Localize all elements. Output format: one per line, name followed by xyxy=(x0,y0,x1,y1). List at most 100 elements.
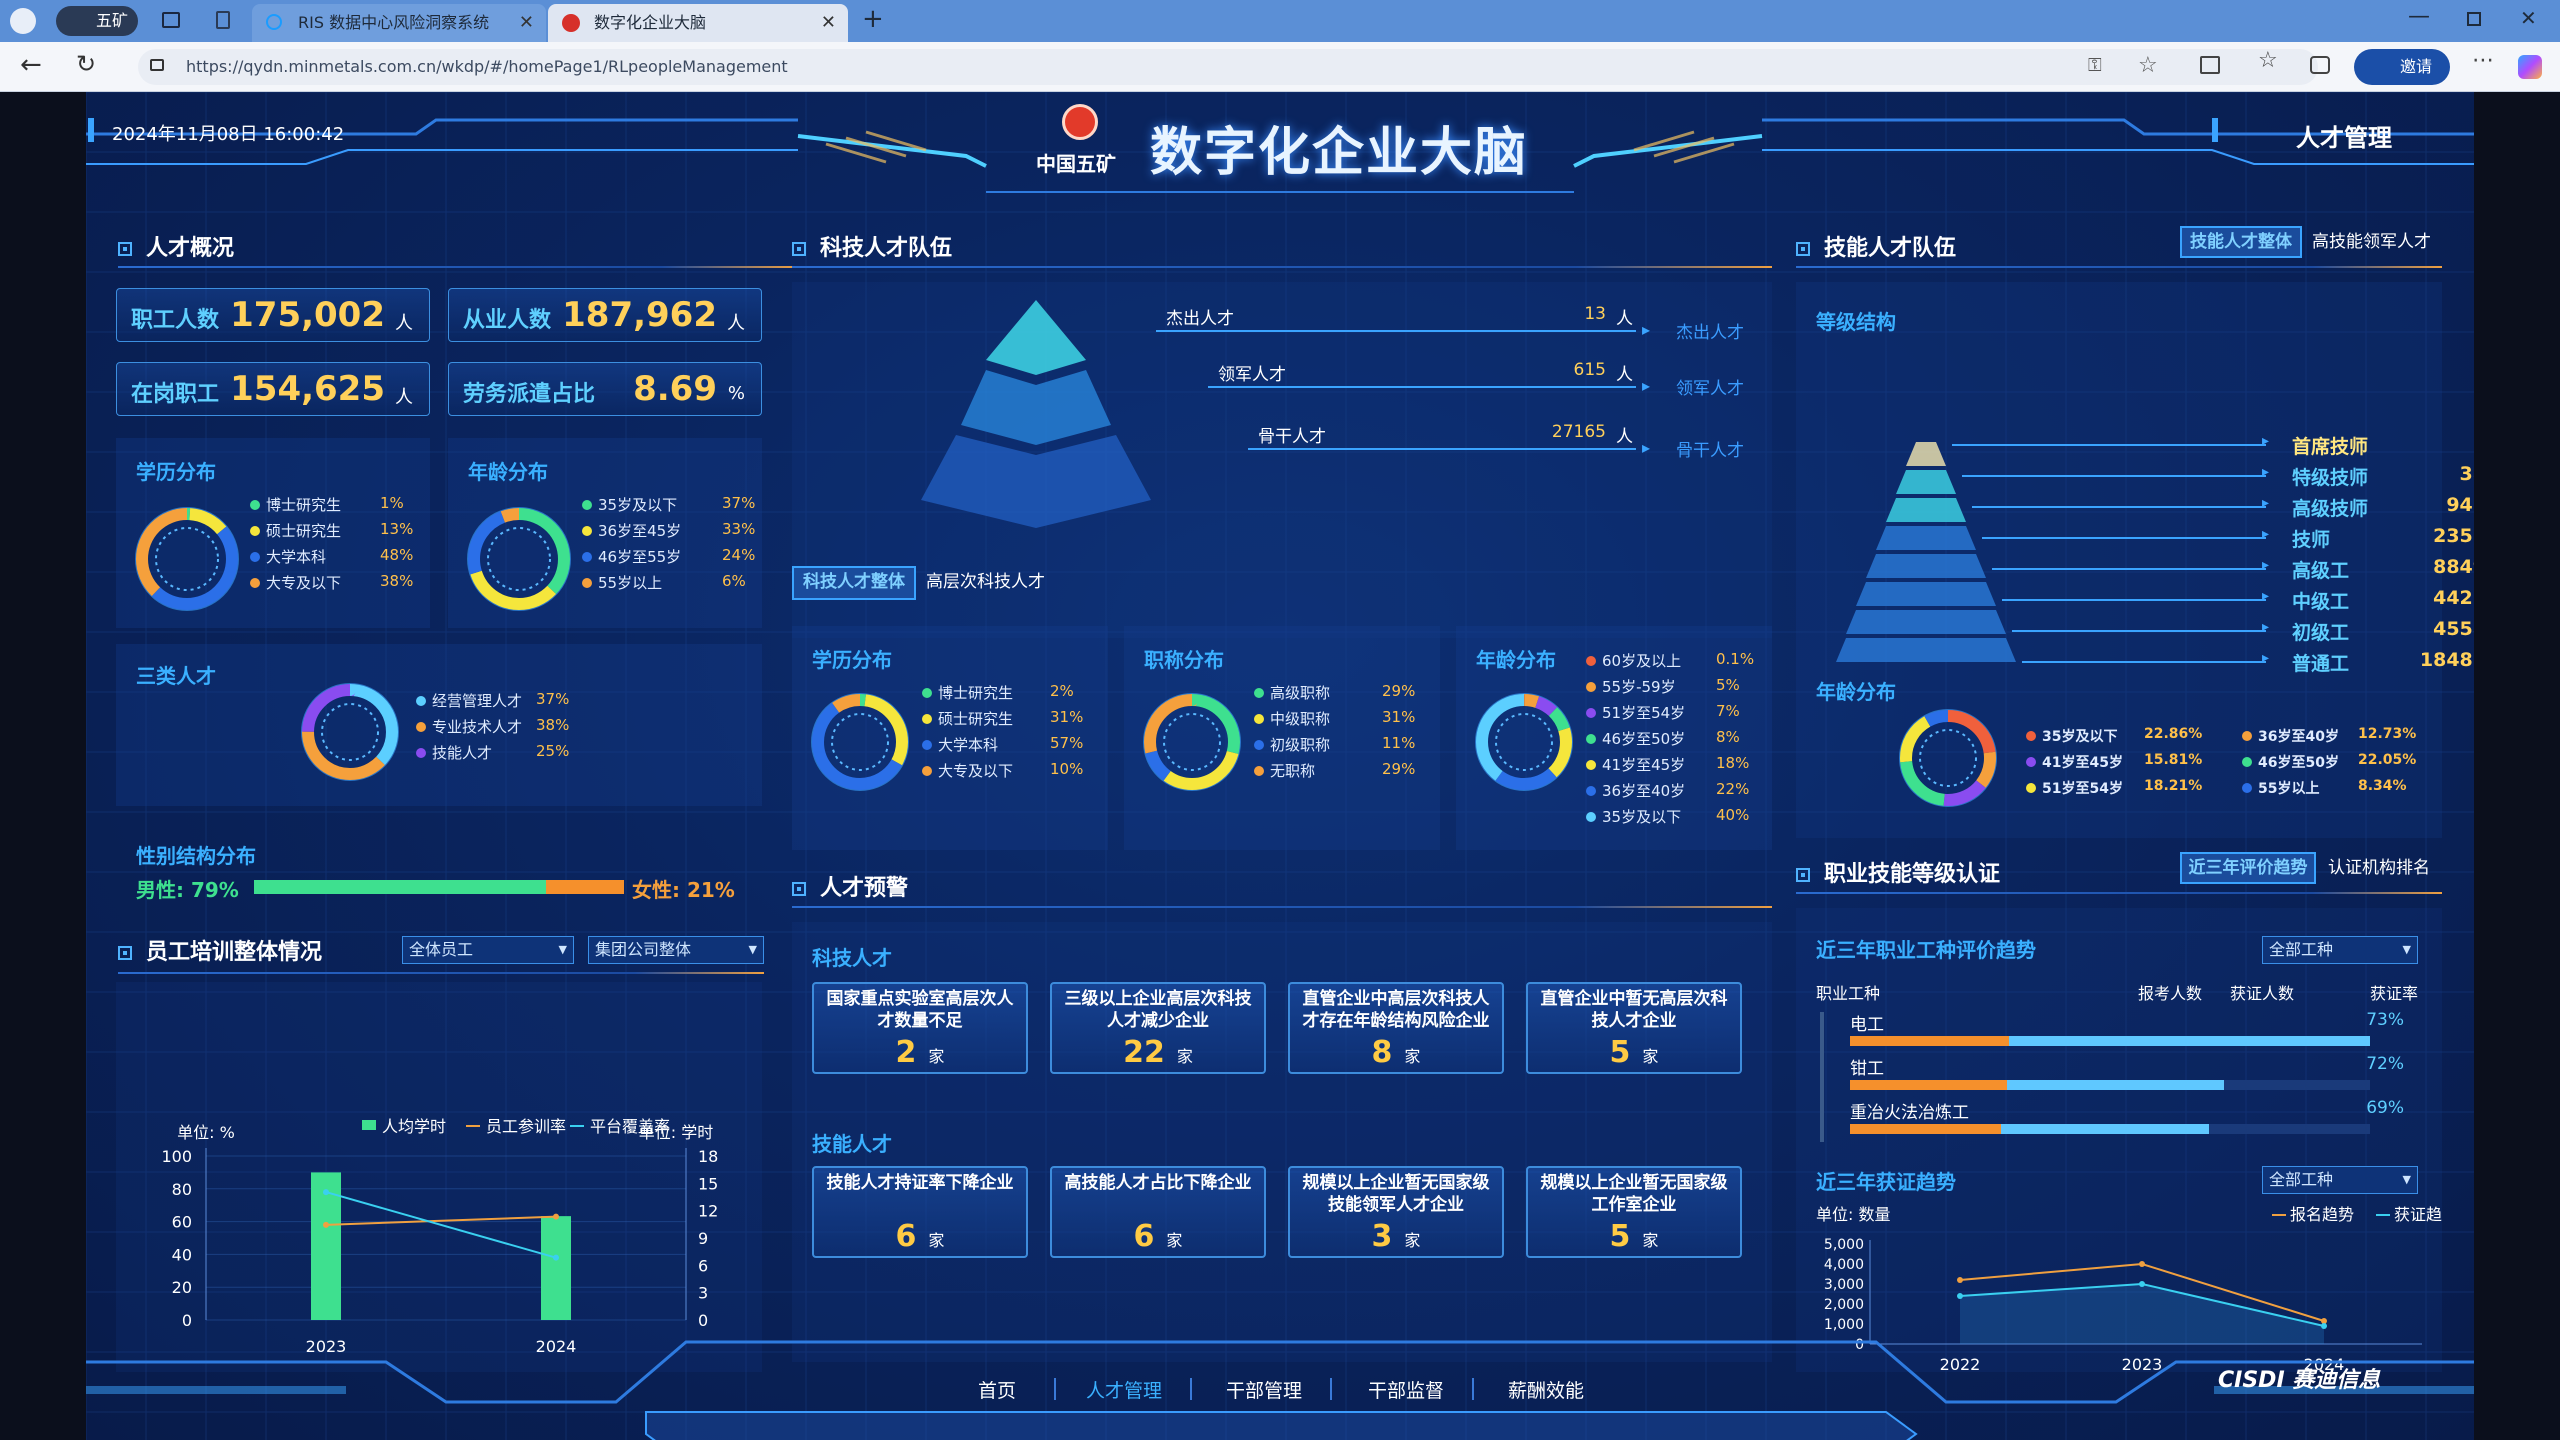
pyramid-unit: 人 xyxy=(1616,309,1633,329)
legend-label: 41岁至45岁 xyxy=(2042,755,2123,771)
tab-cert-ranking[interactable]: 认证机构排名 xyxy=(2328,854,2430,882)
nav-item[interactable]: 薪酬效能 xyxy=(1508,1376,1584,1403)
tab-skill-overall[interactable]: 技能人才整体 xyxy=(2180,226,2302,258)
three-types-title: 三类人才 xyxy=(136,664,216,688)
alert-value: 8家 xyxy=(1290,1035,1502,1070)
legend-swatch xyxy=(362,1120,376,1130)
collections-icon[interactable] xyxy=(2310,56,2330,74)
skill-pyramid-graphic xyxy=(1836,442,2016,662)
back-icon[interactable]: ← xyxy=(20,50,42,80)
pyramid-layer xyxy=(1836,638,2016,662)
legend-pct: 0.1% xyxy=(1716,650,1755,668)
key-icon[interactable]: ⚿ xyxy=(2088,55,2102,76)
pyramid-count: 615 xyxy=(1573,360,1606,380)
alert-card[interactable]: 国家重点实验室高层次人才数量不足 2 家 xyxy=(812,982,1028,1074)
module-title[interactable]: 人才管理 xyxy=(2296,118,2392,153)
invite-button[interactable]: 邀请 xyxy=(2354,49,2450,85)
legend-dot-icon xyxy=(2026,731,2036,741)
legend-label: 大专及以下 xyxy=(266,574,342,592)
tab-cert-trend[interactable]: 近三年评价趋势 xyxy=(2180,852,2316,884)
company-filter-select[interactable]: 集团公司整体 xyxy=(588,936,764,964)
table-header: 职业工种 xyxy=(1816,984,1881,1003)
close-window-icon[interactable]: ✕ xyxy=(2520,6,2537,30)
close-icon[interactable]: ✕ xyxy=(821,4,836,42)
pyramid-layer xyxy=(1856,582,1996,606)
ris-icon xyxy=(266,14,282,30)
alert-card[interactable]: 技能人才持证率下降企业 6 家 xyxy=(812,1166,1028,1258)
award-filter-select[interactable]: 全部工种 xyxy=(2262,1166,2418,1194)
pyramid-layer xyxy=(1846,610,2006,634)
legend-pct: 37% xyxy=(722,494,756,512)
alert-card[interactable]: 规模以上企业暂无国家级技能领军人才企业 3 家 xyxy=(1288,1166,1504,1258)
panel-title-skill-team: 技能人才队伍 xyxy=(1796,230,1956,262)
panel-title-cert: 职业技能等级认证 xyxy=(1796,856,2000,888)
legend-dot-icon xyxy=(1586,708,1596,718)
restore-icon[interactable] xyxy=(2467,12,2481,26)
alert-card[interactable]: 直管企业中暂无高层次科技人才企业 5 家 xyxy=(1526,982,1742,1074)
close-icon[interactable]: ✕ xyxy=(519,4,534,42)
minmetals-icon xyxy=(562,14,580,32)
legend-item: 55岁以上 6% xyxy=(582,572,756,593)
minimize-icon[interactable]: — xyxy=(2408,4,2430,29)
trend-filter-select[interactable]: 全部工种 xyxy=(2262,936,2418,964)
refresh-icon[interactable]: ↻ xyxy=(76,50,96,78)
tab-icon[interactable] xyxy=(216,11,230,29)
legend-pct: 38% xyxy=(380,572,414,590)
alert-card[interactable]: 直管企业中高层次科技人才存在年龄结构风险企业 8 家 xyxy=(1288,982,1504,1074)
tab-ris[interactable]: RIS 数据中心风险洞察系统 ✕ xyxy=(252,4,546,42)
star-icon[interactable]: ☆ xyxy=(2138,53,2158,78)
alert-value: 6家 xyxy=(1052,1219,1264,1254)
nav-item[interactable]: 人才管理 xyxy=(1086,1376,1162,1403)
legend-dot-icon xyxy=(1586,760,1596,770)
legend-item: 技能人才 25% xyxy=(416,742,596,763)
legend-pct: 8% xyxy=(1716,728,1740,746)
legend-dot-icon xyxy=(416,696,426,706)
age-legend: 35岁及以下 37% 36岁至45岁 33% 46岁至55岁 24% 55岁以上 6% xyxy=(582,494,756,604)
favorites-icon[interactable]: ☆ xyxy=(2258,48,2278,73)
tab-tech-senior[interactable]: 高层次科技人才 xyxy=(926,568,1045,596)
stat-unit: 人 xyxy=(395,313,413,334)
arrow-icon: ▸ xyxy=(2262,433,2270,449)
nav-item[interactable]: 首页 xyxy=(978,1376,1016,1403)
grade-count: 4558 xyxy=(2433,618,2474,640)
legend-dot-icon xyxy=(582,552,592,562)
y-tick-left: 80 xyxy=(172,1180,192,1199)
legend-dot-icon xyxy=(2242,757,2252,767)
copilot-icon[interactable] xyxy=(2518,55,2542,79)
legend-dot-icon xyxy=(2026,757,2036,767)
split-screen-icon[interactable] xyxy=(2200,56,2220,74)
legend-item: 博士研究生 2% xyxy=(922,682,1102,703)
url-field[interactable]: https://qydn.minmetals.com.cn/wkdp/#/hom… xyxy=(138,49,2318,85)
new-tab-icon[interactable]: + xyxy=(862,4,884,34)
grade-line xyxy=(1982,537,2266,539)
profile-button[interactable]: 五矿 xyxy=(56,6,138,36)
legend-item: 55岁-59岁 5% xyxy=(1586,676,1766,697)
skill-age-title: 年龄分布 xyxy=(1816,680,1896,704)
tab-actions-icon[interactable] xyxy=(162,12,180,28)
profile-avatar[interactable] xyxy=(10,8,36,34)
legend-label: 41岁至45岁 xyxy=(1602,756,1686,774)
title-text: 职业技能等级认证 xyxy=(1824,862,2001,887)
arrow-icon: ▸ xyxy=(2262,588,2270,604)
nav-item[interactable]: 干部监督 xyxy=(1368,1376,1444,1403)
stat-unit: 人 xyxy=(727,313,745,334)
stat-employees: 职工人数 175,002 人 xyxy=(116,288,430,342)
scroll-track[interactable] xyxy=(1820,1012,1824,1142)
tab-tech-overall[interactable]: 科技人才整体 xyxy=(792,566,916,600)
tab-dashboard[interactable]: 数字化企业大脑 ✕ xyxy=(548,4,848,42)
tab-skill-leaders[interactable]: 高技能领军人才 xyxy=(2312,228,2431,256)
tech-edu-donut xyxy=(808,690,912,798)
employee-filter-select[interactable]: 全体员工 xyxy=(402,936,574,964)
legend-dot-icon xyxy=(1254,714,1264,724)
nav-item[interactable]: 干部管理 xyxy=(1226,1376,1302,1403)
more-icon[interactable]: ⋯ xyxy=(2472,48,2494,73)
grade-line xyxy=(2002,599,2266,601)
legend-item: 41岁至45岁 18% xyxy=(1586,754,1766,775)
legend-dot-icon xyxy=(250,552,260,562)
y-tick-left: 60 xyxy=(172,1213,192,1232)
y-tick-left: 40 xyxy=(172,1245,192,1264)
alert-card[interactable]: 三级以上企业高层次科技人才减少企业 22 家 xyxy=(1050,982,1266,1074)
alert-card[interactable]: 规模以上企业暂无国家级工作室企业 5 家 xyxy=(1526,1166,1742,1258)
legend-label: 55岁-59岁 xyxy=(1602,678,1676,696)
alert-card[interactable]: 高技能人才占比下降企业 6 家 xyxy=(1050,1166,1266,1258)
